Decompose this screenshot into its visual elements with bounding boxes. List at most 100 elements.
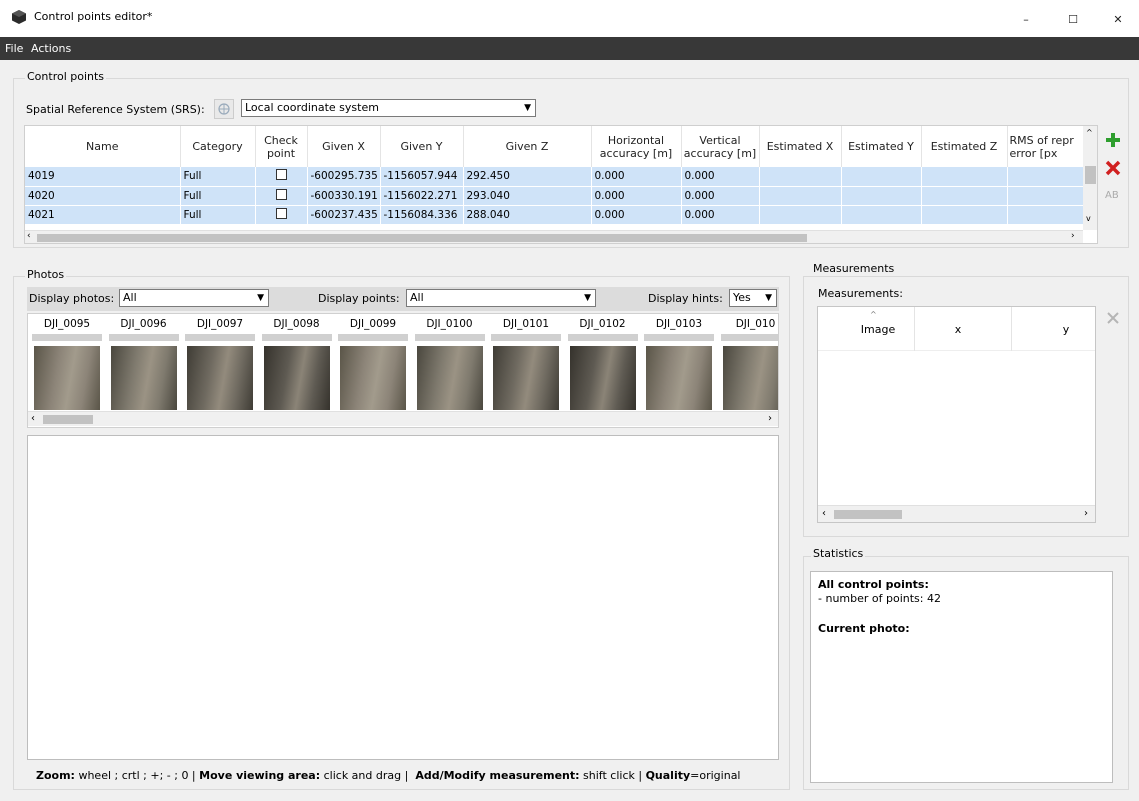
col-check-point[interactable]: Check point	[255, 126, 308, 167]
cell-category: Full	[180, 186, 256, 206]
table-row[interactable]: 4019 Full -600295.735 -1156057.944 292.4…	[25, 167, 1084, 187]
photo-thumbnail-label: DJI_0100	[426, 318, 473, 330]
scrollbar-thumb[interactable]	[1085, 166, 1096, 184]
col-given-x[interactable]: Given X	[307, 126, 381, 167]
menu-actions[interactable]: Actions	[31, 42, 71, 55]
col-x[interactable]: x	[938, 323, 978, 336]
thumbnail-strip: DJI_0095 DJI_0096 DJI_0097 DJI_0098 DJI_0099…	[27, 313, 779, 428]
window-title: Control points editor*	[34, 10, 153, 23]
cell-category: Full	[180, 167, 256, 187]
cell-vertical-accuracy: 0.000	[681, 205, 760, 225]
cell-rms-error	[1007, 167, 1084, 187]
col-horizontal-accuracy[interactable]: Horizontal accuracy [m]	[591, 126, 682, 167]
delete-measurement-button[interactable]	[1104, 309, 1122, 327]
minimize-button[interactable]: –	[1003, 4, 1049, 34]
check-point-checkbox[interactable]	[275, 169, 287, 181]
photo-thumbnail[interactable]: DJI_0102	[566, 316, 640, 420]
col-rms-error[interactable]: RMS of repr error [px	[1007, 126, 1084, 167]
photo-thumbnail-image	[493, 346, 559, 410]
all-points-heading: All control points:	[818, 578, 929, 591]
table-vertical-scrollbar[interactable]: ^ v	[1083, 126, 1097, 230]
srs-picker-button[interactable]	[214, 99, 234, 119]
cell-given-x: -600330.191	[307, 186, 381, 206]
cell-vertical-accuracy: 0.000	[681, 167, 760, 187]
chevron-right-icon[interactable]: ›	[1071, 231, 1075, 241]
col-estimated-y[interactable]: Estimated Y	[841, 126, 922, 167]
srs-select[interactable]: Local coordinate system ▼	[241, 99, 536, 117]
thumbnail-horizontal-scrollbar[interactable]: ‹ ›	[28, 411, 778, 426]
globe-icon	[218, 103, 230, 115]
measurements-title: Measurements	[811, 262, 897, 275]
cell-estimated-x	[759, 167, 842, 187]
col-given-z[interactable]: Given Z	[463, 126, 592, 167]
chevron-right-icon[interactable]: ›	[768, 413, 772, 424]
scrollbar-thumb[interactable]	[43, 415, 93, 424]
maximize-button[interactable]: ☐	[1050, 4, 1096, 34]
photo-thumbnail[interactable]: DJI_0098	[260, 316, 334, 420]
zoom-text: wheel ; crtl ; +; - ; 0 |	[78, 769, 196, 782]
table-row[interactable]: 4020 Full -600330.191 -1156022.271 293.0…	[25, 186, 1084, 206]
photo-thumbnail-label: DJI_0096	[120, 318, 167, 330]
table-header: Name Category Check point Given X Given …	[25, 126, 1084, 167]
display-hints-select[interactable]: Yes ▼	[729, 289, 777, 307]
photo-thumbnail-label: DJI_0101	[502, 318, 550, 330]
photo-thumbnail-bar	[185, 334, 255, 341]
photo-thumbnail[interactable]: DJI_0100	[413, 316, 487, 420]
photo-thumbnail[interactable]: DJI_0096	[107, 316, 181, 420]
col-given-y[interactable]: Given Y	[380, 126, 464, 167]
cell-name: 4019	[25, 167, 181, 187]
photo-thumbnail-image	[34, 346, 100, 410]
col-vertical-accuracy[interactable]: Vertical accuracy [m]	[681, 126, 760, 167]
close-button[interactable]: ✕	[1095, 4, 1139, 34]
chevron-left-icon[interactable]: ‹	[27, 231, 31, 241]
col-image[interactable]: Image	[848, 323, 908, 336]
cell-given-z: 288.040	[463, 205, 592, 225]
table-row[interactable]: 4021 Full -600237.435 -1156084.336 288.0…	[25, 205, 1084, 225]
photo-thumbnail-image	[569, 346, 636, 410]
photo-viewer[interactable]	[27, 435, 779, 760]
display-points-select[interactable]: All ▼	[406, 289, 596, 307]
number-of-points: - number of points: 42	[818, 592, 941, 605]
cell-given-z: 292.450	[463, 167, 592, 187]
cell-check-point	[255, 186, 308, 206]
sort-indicator-icon: ^	[870, 310, 877, 319]
scrollbar-thumb[interactable]	[834, 510, 902, 519]
display-photos-value: All	[123, 291, 137, 304]
cell-estimated-z	[921, 205, 1008, 225]
display-photos-select[interactable]: All ▼	[119, 289, 269, 307]
cell-given-x: -600295.735	[307, 167, 381, 187]
photo-thumbnail[interactable]: DJI_0099	[336, 316, 410, 420]
check-point-checkbox[interactable]	[275, 188, 287, 200]
table-horizontal-scrollbar[interactable]: ‹ ›	[25, 230, 1083, 243]
col-estimated-x[interactable]: Estimated X	[759, 126, 842, 167]
chevron-right-icon[interactable]: ›	[1084, 508, 1088, 519]
photo-thumbnail[interactable]: DJI_010	[719, 316, 778, 420]
col-y[interactable]: y	[1046, 323, 1086, 336]
quality-label: Quality	[645, 769, 691, 782]
photo-thumbnail[interactable]: DJI_0097	[183, 316, 257, 420]
chevron-down-icon[interactable]: v	[1086, 214, 1091, 223]
plus-icon	[1106, 133, 1120, 147]
measurements-horizontal-scrollbar[interactable]: ‹ ›	[818, 505, 1095, 522]
chevron-up-icon[interactable]: ^	[1086, 128, 1093, 137]
maximize-icon: ☐	[1068, 12, 1078, 26]
scrollbar-thumb[interactable]	[37, 234, 807, 242]
svg-text:AB: AB	[1105, 190, 1119, 201]
chevron-left-icon[interactable]: ‹	[31, 413, 35, 424]
cell-given-z: 293.040	[463, 186, 592, 206]
add-point-button[interactable]	[1103, 130, 1123, 150]
chevron-left-icon[interactable]: ‹	[822, 508, 826, 519]
quality-text: =original	[690, 769, 741, 782]
rename-point-button[interactable]: AB	[1103, 184, 1123, 204]
photo-thumbnail[interactable]: DJI_0101	[489, 316, 563, 420]
col-estimated-z[interactable]: Estimated Z	[921, 126, 1008, 167]
photo-thumbnail[interactable]: DJI_0103	[642, 316, 716, 420]
photo-thumbnail[interactable]: DJI_0095	[30, 316, 104, 420]
col-name[interactable]: Name	[25, 126, 181, 167]
add-text: shift click |	[583, 769, 643, 782]
photo-thumbnail-label: DJI_0099	[349, 318, 397, 330]
delete-point-button[interactable]	[1103, 158, 1123, 178]
col-category[interactable]: Category	[180, 126, 256, 167]
check-point-checkbox[interactable]	[275, 207, 287, 219]
menu-file[interactable]: File	[5, 42, 23, 55]
